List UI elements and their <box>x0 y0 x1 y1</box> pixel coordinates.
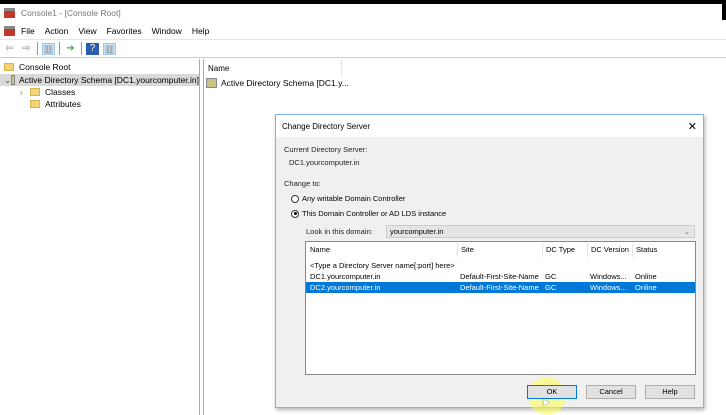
table-row-selected[interactable]: DC2.yourcomputer.in Default-First-Site-N… <box>306 282 695 293</box>
system-menu-icon[interactable] <box>4 25 15 36</box>
menu-file[interactable]: File <box>21 26 35 36</box>
forward-icon[interactable]: ⇨ <box>20 43 33 55</box>
back-icon[interactable]: ⇦ <box>3 43 16 55</box>
cell-type: GC <box>545 272 557 281</box>
toolbar: ⇦ ⇨ ▥ ➔ ? ▥ <box>0 39 726 58</box>
radio-this-dc[interactable]: This Domain Controller or AD LDS instanc… <box>291 209 446 218</box>
tree-label: Classes <box>45 87 76 97</box>
radio-any-writable-dc[interactable]: Any writable Domain Controller <box>291 194 405 203</box>
cell-site: Default-First-Site-Name <box>460 283 539 292</box>
domain-select[interactable]: yourcomputer.in ⌄ <box>386 225 695 238</box>
cell-name: DC1.yourcomputer.in <box>310 272 381 281</box>
menu-help[interactable]: Help <box>192 26 209 36</box>
cell-name: DC2.yourcomputer.in <box>310 283 381 292</box>
radio-label: This Domain Controller or AD LDS instanc… <box>302 209 447 218</box>
column-dc-version[interactable]: DC Version <box>587 243 629 257</box>
menu-action[interactable]: Action <box>45 26 69 36</box>
separator <box>81 42 82 55</box>
change-directory-server-dialog: Change Directory Server ✕ Current Directo… <box>275 114 704 415</box>
chevron-down-icon[interactable]: ⌄ <box>4 75 11 86</box>
cell-version: Windows... <box>590 272 627 281</box>
help-icon[interactable]: ? <box>86 42 99 55</box>
separator <box>59 42 60 55</box>
tree-attributes[interactable]: Attributes <box>0 98 199 110</box>
current-server-label: Current Directory Server: <box>284 145 368 154</box>
folder-icon <box>30 100 40 108</box>
tree-label: Attributes <box>45 99 81 109</box>
schema-icon <box>206 78 217 88</box>
radio-selected-icon[interactable] <box>291 209 299 218</box>
folder-icon <box>30 88 40 96</box>
cell-status: Online <box>635 272 657 281</box>
column-header-name[interactable]: Name <box>204 59 342 75</box>
menu-favorites[interactable]: Favorites <box>107 26 142 36</box>
table-row[interactable]: DC1.yourcomputer.in Default-First-Site-N… <box>306 271 695 282</box>
chevron-right-icon[interactable]: › <box>20 87 30 97</box>
mouse-cursor-icon: ➤ <box>541 397 551 409</box>
tree-ad-schema[interactable]: ⌄ Active Directory Schema [DC1.yourcomput… <box>0 74 199 86</box>
ok-button[interactable]: OK <box>527 385 577 399</box>
placeholder-text: <Type a Directory Server name[:port] her… <box>310 261 455 270</box>
help-button[interactable]: Help <box>645 385 695 399</box>
title-bar: Console1 - [Console Root] <box>0 4 722 22</box>
menu-window[interactable]: Window <box>152 26 182 36</box>
right-edge <box>722 0 726 20</box>
tree-console-root[interactable]: Console Root <box>0 61 199 73</box>
window-title: Console1 - [Console Root] <box>21 8 121 18</box>
dialog-title-bar: Change Directory Server ✕ <box>276 115 703 137</box>
column-site[interactable]: Site <box>457 243 474 257</box>
tree-pane: Console Root ⌄ Active Directory Schema [D… <box>0 59 200 415</box>
folder-icon <box>4 63 14 71</box>
look-in-domain-label: Look in this domain: <box>306 227 373 236</box>
tree-classes[interactable]: › Classes <box>0 86 199 98</box>
close-icon[interactable]: ✕ <box>688 120 697 133</box>
result-item-label: Active Directory Schema [DC1.y... <box>221 78 349 88</box>
cell-site: Default-First-Site-Name <box>460 272 539 281</box>
export-list-icon[interactable]: ➔ <box>64 43 77 55</box>
cell-version: Windows... <box>590 283 627 292</box>
show-action-pane-icon[interactable]: ▥ <box>103 42 116 55</box>
dialog-title: Change Directory Server <box>282 121 371 131</box>
separator <box>37 42 38 55</box>
domain-select-value: yourcomputer.in <box>390 227 444 236</box>
radio-icon[interactable] <box>291 194 299 203</box>
column-name[interactable]: Name <box>310 243 330 257</box>
chevron-down-icon: ⌄ <box>683 227 690 236</box>
column-dc-type[interactable]: DC Type <box>542 243 575 257</box>
server-list: Name Site DC Type DC Version Status <Typ… <box>305 241 696 375</box>
tree-label: Console Root <box>19 62 71 72</box>
list-header: Name Site DC Type DC Version Status <box>306 243 695 257</box>
result-item[interactable]: Active Directory Schema [DC1.y... <box>204 77 726 89</box>
menu-bar: File Action View Favorites Window Help <box>0 22 726 39</box>
mmc-icon <box>4 8 15 18</box>
cancel-button[interactable]: Cancel <box>586 385 636 399</box>
show-tree-icon[interactable]: ▥ <box>42 42 55 55</box>
cell-status: Online <box>635 283 657 292</box>
tree-label: Active Directory Schema [DC1.yourcompute… <box>19 75 199 85</box>
cell-type: GC <box>545 283 557 292</box>
radio-label: Any writable Domain Controller <box>302 194 406 203</box>
menu-view[interactable]: View <box>78 26 96 36</box>
list-row-placeholder[interactable]: <Type a Directory Server name[:port] her… <box>306 260 695 271</box>
change-to-label: Change to: <box>284 179 321 188</box>
current-server-value: DC1.yourcomputer.in <box>289 158 360 167</box>
column-status[interactable]: Status <box>632 243 657 257</box>
schema-icon <box>11 75 16 85</box>
